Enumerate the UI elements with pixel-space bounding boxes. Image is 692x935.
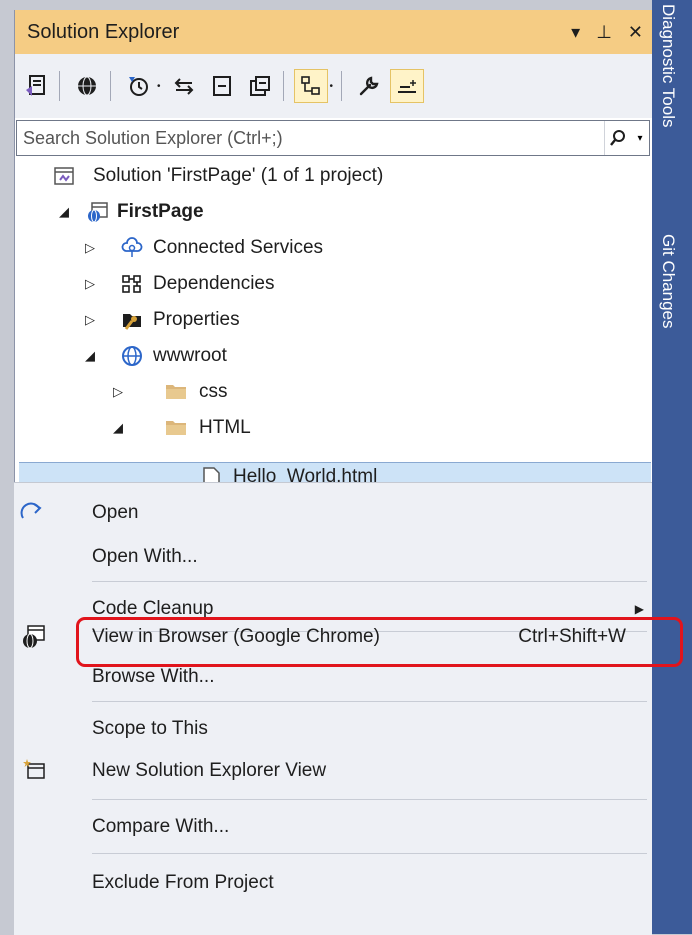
collapsed-arrow-icon[interactable]: ▷ [85,276,95,292]
menu-item-label: Open With... [92,546,198,567]
toolbar-separator [282,71,284,101]
menu-item-exclude-from-project[interactable]: Exclude From Project [14,863,652,903]
tree-item-label: Connected Services [153,237,324,258]
tree-item-properties[interactable]: ▷ Properties [15,302,653,338]
dependencies-icon [122,275,141,293]
switch-views-button[interactable] [19,69,53,103]
search-input[interactable] [17,126,604,150]
switch-views-icon [26,75,45,96]
preview-selected-items-button[interactable] [293,69,328,103]
tab-git-changes[interactable]: Git Changes [658,234,678,329]
tree-item-label: Hello_World.html [233,466,378,483]
view-in-browser-icon [23,625,45,649]
menu-item-open-with[interactable]: Open With... [14,537,652,577]
collapse-icon [212,76,231,96]
menu-item-label: Scope to This [92,718,208,739]
toolbar: • • [15,54,653,118]
solution-tree: Solution 'FirstPage' (1 of 1 project) ◢ … [15,158,653,483]
collapsed-arrow-icon[interactable]: ▷ [85,312,95,328]
tree-item-css[interactable]: ▷ css [15,374,653,410]
tree-item-label: Properties [153,309,240,330]
html-file-icon [203,467,220,483]
collapsed-arrow-icon[interactable]: ▷ [85,240,95,256]
panel-header: Solution Explorer ▾ ⊥ ✕ [15,10,653,54]
menu-separator [92,853,647,854]
solution-icon [54,167,74,185]
menu-item-label: Browse With... [92,666,215,687]
pin-icon[interactable]: ⊥ [596,22,612,43]
tree-item-label: HTML [199,417,251,438]
dropdown-arrow-icon[interactable]: • [157,81,161,92]
open-arrow-icon [20,502,42,519]
submenu-arrow-icon: ▶ [634,602,644,616]
sync-arrows-icon [174,78,193,95]
folder-icon [166,385,186,399]
tree-item-label: css [199,381,228,402]
menu-item-label: Exclude From Project [92,872,274,893]
preview-pane-icon [398,80,417,93]
connected-services-icon [121,237,143,257]
new-window-icon [23,759,45,779]
header-controls: ▾ ⊥ ✕ [571,22,643,43]
menu-item-new-solution-explorer-view[interactable]: New Solution Explorer View [14,751,652,791]
tree-item-solution[interactable]: Solution 'FirstPage' (1 of 1 project) [15,158,653,194]
menu-item-label: Compare With... [92,816,230,837]
search-box: ▾ [16,120,650,156]
side-tab-strip: Diagnostic Tools Git Changes [652,0,692,934]
sync-with-active-document-button[interactable] [167,69,201,103]
wrench-icon [359,76,379,96]
hierarchy-icon [300,76,320,95]
tree-item-label: Solution 'FirstPage' (1 of 1 project) [93,165,384,186]
show-all-files-button[interactable] [243,69,277,103]
menu-item-label: New Solution Explorer View [92,760,327,781]
tree-item-html-folder[interactable]: ◢ HTML [15,410,653,446]
collapsed-arrow-icon[interactable]: ▷ [113,384,123,400]
context-menu: Open Open With... Code Cleanup ▶ View in… [14,482,652,935]
toolbar-separator [110,71,111,101]
tree-item-connected-services[interactable]: ▷ Connected Services [15,230,653,266]
menu-item-scope-to-this[interactable]: Scope to This [14,709,652,749]
browser-button[interactable] [70,69,104,103]
toolbar-separator [341,71,343,101]
search-icon [610,130,625,146]
pending-changes-filter-button[interactable] [121,69,155,103]
dropdown-arrow-icon[interactable]: • [330,81,334,92]
highlight-annotation-box [76,617,683,667]
properties-button[interactable] [352,69,386,103]
menu-separator [92,581,647,582]
expanded-arrow-icon[interactable]: ◢ [85,348,95,364]
menu-item-open[interactable]: Open [14,493,652,533]
tree-item-project[interactable]: ◢ FirstPage [15,194,653,230]
search-options-dropdown[interactable]: ▾ [631,133,649,144]
history-icon [129,77,148,96]
expanded-arrow-icon[interactable]: ◢ [59,204,69,220]
preview-button[interactable] [390,69,425,103]
tree-item-hello-world[interactable]: Hello_World.html [19,462,651,483]
window-position-dropdown-icon[interactable]: ▾ [571,22,580,43]
menu-separator [92,799,647,800]
web-project-icon [88,202,108,223]
panel-title: Solution Explorer [27,20,180,43]
properties-folder-icon [123,314,141,330]
close-icon[interactable]: ✕ [628,22,643,43]
tree-item-wwwroot[interactable]: ◢ wwwroot [15,338,653,374]
search-button[interactable] [604,121,631,155]
show-all-files-icon [249,76,270,96]
menu-separator [92,701,647,702]
toolbar-separator [59,71,60,101]
tree-item-label: Dependencies [153,273,275,294]
menu-item-compare-with[interactable]: Compare With... [14,807,652,847]
globe-icon [78,76,96,96]
expanded-arrow-icon[interactable]: ◢ [113,420,123,436]
tree-item-dependencies[interactable]: ▷ Dependencies [15,266,653,302]
tree-item-label: wwwroot [153,345,227,366]
folder-icon [166,421,186,435]
tree-item-label: FirstPage [117,201,204,222]
collapse-all-button[interactable] [205,69,239,103]
globe-folder-icon [122,346,142,366]
tab-diagnostic-tools[interactable]: Diagnostic Tools [658,4,678,127]
menu-item-label: Open [92,502,139,523]
